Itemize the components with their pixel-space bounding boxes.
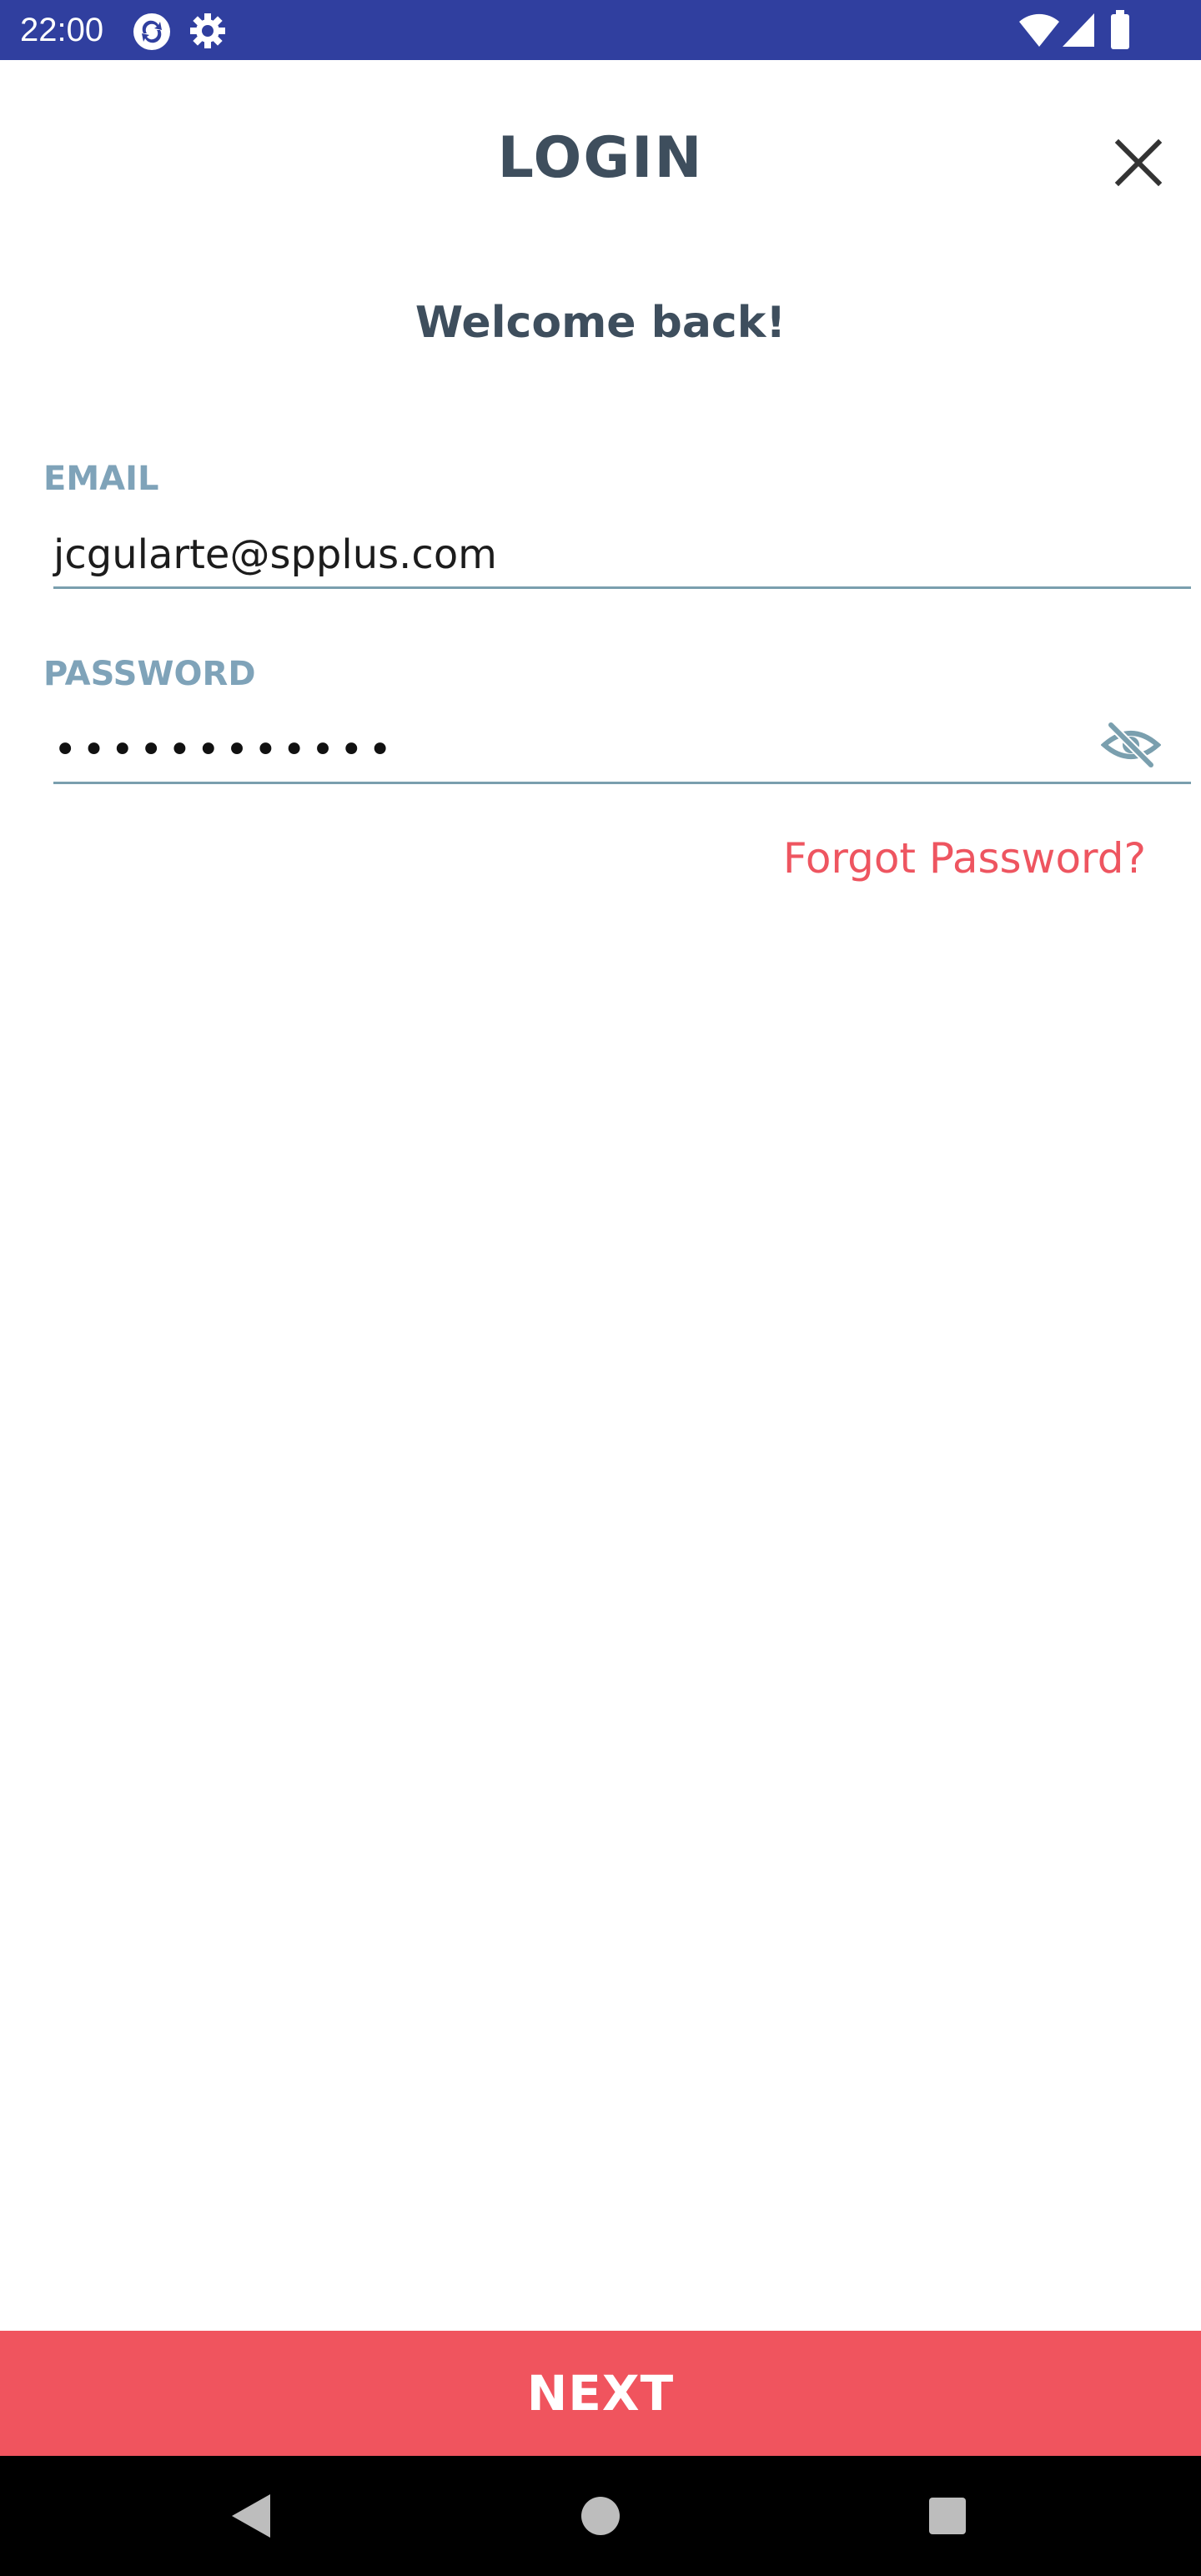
forgot-password-link[interactable]: Forgot Password?: [783, 829, 1146, 888]
sync-app-icon: [132, 12, 172, 56]
status-time: 22:00: [20, 12, 104, 48]
recents-icon[interactable]: [927, 2491, 967, 2545]
email-value: jcgularte@spplus.com: [53, 531, 497, 578]
next-button[interactable]: NEXT: [0, 2331, 1201, 2456]
password-field[interactable]: ••••••••••••: [53, 704, 1191, 784]
password-label: PASSWORD: [43, 655, 256, 693]
email-label: EMAIL: [43, 460, 159, 498]
page-title: LOGIN: [497, 125, 704, 191]
eye-off-icon: [1101, 722, 1161, 768]
navigation-bar: [0, 2456, 1201, 2576]
battery-icon: [1109, 10, 1131, 54]
home-icon[interactable]: [579, 2491, 622, 2545]
close-button[interactable]: [1101, 125, 1176, 200]
email-field[interactable]: jcgularte@spplus.com: [53, 509, 1191, 589]
close-icon: [1114, 138, 1163, 187]
password-visibility-toggle[interactable]: [1098, 718, 1164, 772]
wifi-icon: [1018, 12, 1061, 53]
back-icon[interactable]: [229, 2491, 274, 2545]
password-value: ••••••••••••: [53, 727, 397, 773]
status-bar: 22:00: [0, 0, 1201, 60]
welcome-heading: Welcome back!: [415, 298, 786, 348]
settings-gear-icon: [188, 12, 227, 54]
cellular-signal-icon: [1061, 12, 1096, 53]
